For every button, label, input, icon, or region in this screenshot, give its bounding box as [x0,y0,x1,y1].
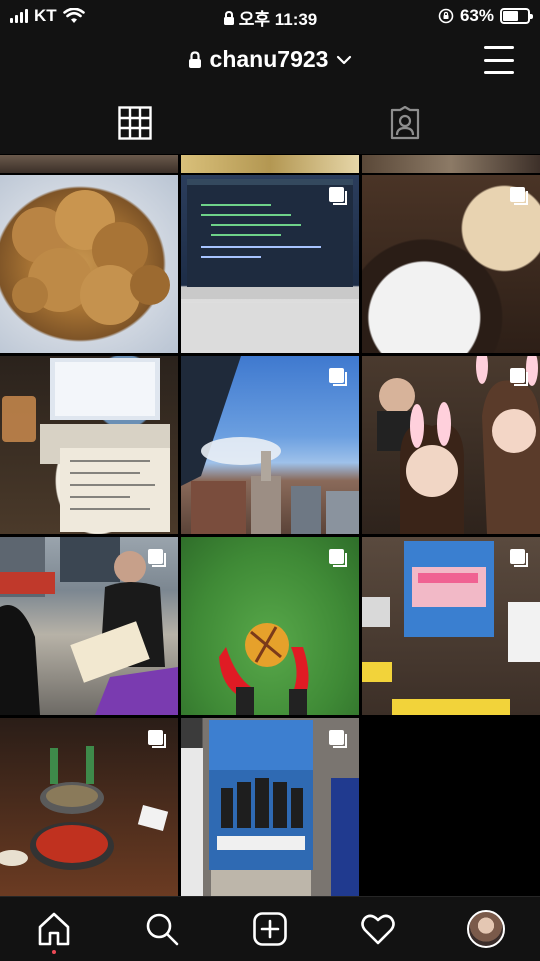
nav-activity[interactable] [348,899,408,959]
multiple-photos-icon [510,187,528,205]
multiple-photos-icon [329,368,347,386]
grid-icon [118,106,152,140]
post-thumbnail[interactable] [0,356,178,534]
post-thumbnail[interactable] [181,175,359,353]
post-thumbnail[interactable] [0,175,178,353]
multiple-photos-icon [148,730,166,748]
chevron-down-icon [337,55,352,64]
status-bar: KT 오후 11:39 63% [0,0,540,30]
username: chanu7923 [209,46,329,72]
profile-avatar [467,910,505,948]
add-post-icon [253,912,287,946]
post-thumbnail[interactable] [362,537,540,715]
account-switcher[interactable]: chanu7923 [0,46,540,73]
profile-header: chanu7923 [0,30,540,92]
multiple-photos-icon [329,187,347,205]
post-thumbnail-peek[interactable] [181,155,359,173]
status-right: 63% [438,6,533,26]
home-icon [38,912,70,946]
post-thumbnail[interactable] [362,175,540,353]
menu-line [484,71,514,74]
fried-chicken-illustration [12,190,170,325]
nav-profile[interactable] [456,899,516,959]
multiple-photos-icon [329,549,347,567]
post-thumbnail-peek[interactable] [362,155,540,173]
post-thumbnail[interactable] [0,537,178,715]
orientation-lock-icon [438,8,454,24]
menu-line [484,46,514,49]
heart-icon [361,914,395,945]
post-thumbnail-peek[interactable] [0,155,178,173]
post-thumbnail[interactable] [181,537,359,715]
search-icon [146,913,179,946]
battery-icon [500,8,533,24]
multiple-photos-icon [510,549,528,567]
lock-icon [223,10,234,25]
multiple-photos-icon [148,549,166,567]
tab-grid[interactable] [0,92,270,154]
clock: 오후 11:39 [238,10,318,29]
battery-percent: 63% [459,6,494,25]
post-thumbnail[interactable] [181,718,359,896]
post-thumbnail[interactable] [0,718,178,896]
profile-tabs [0,92,540,154]
multiple-photos-icon [510,368,528,386]
bottom-navigation [0,896,540,961]
menu-button[interactable] [484,46,514,74]
post-thumbnail[interactable] [181,356,359,534]
post-thumbnail[interactable] [362,356,540,534]
menu-line [484,58,514,62]
private-lock-icon [188,50,201,68]
tab-tagged[interactable] [270,92,540,154]
nav-home[interactable] [24,899,84,959]
posts-grid [0,155,540,896]
notes-laptop-illustration [2,358,170,532]
notification-dot [52,950,56,954]
tagged-photos-icon [390,106,420,140]
multiple-photos-icon [329,730,347,748]
nav-new-post[interactable] [240,899,300,959]
nav-search[interactable] [132,899,192,959]
